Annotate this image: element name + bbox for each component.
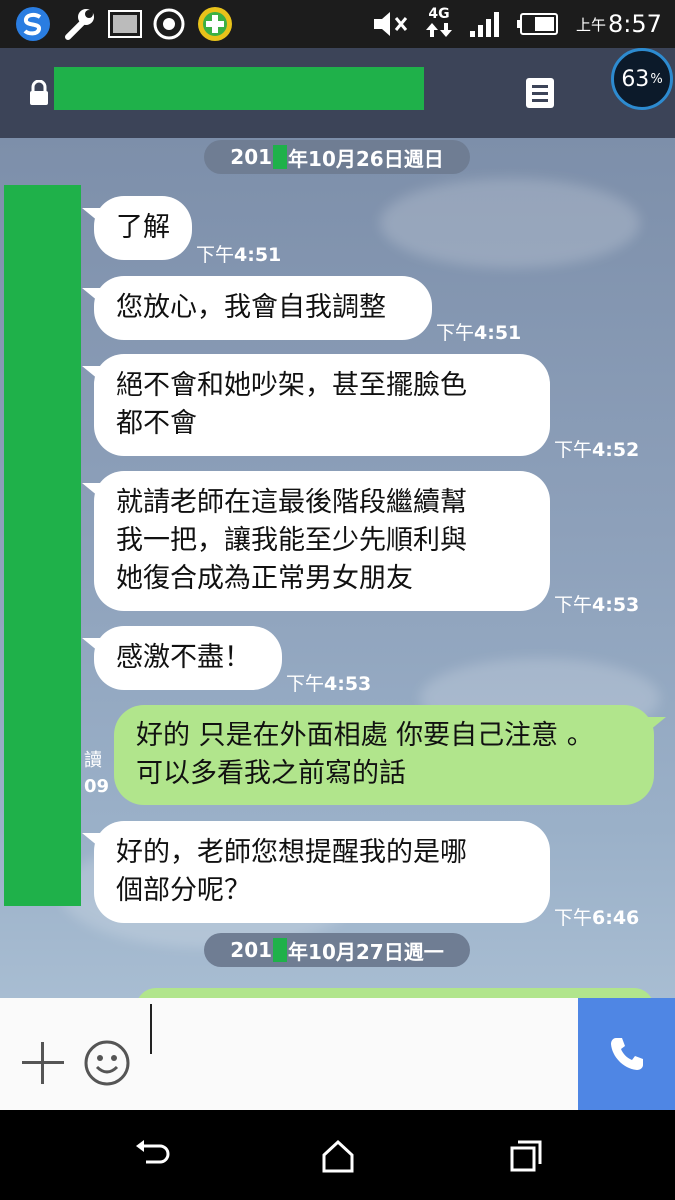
message-time: 下午4:51 [196,244,282,266]
date-separator: 201 年10月26日週日 [204,140,470,174]
message-bubble[interactable]: 絕不會和她吵架，甚至擺臉色 都不會 [82,354,550,456]
text-cursor [150,1004,152,1054]
battery-gauge-overlay[interactable]: 63% [611,48,673,110]
message-bubble[interactable]: 就請老師在這最後階段繼續幫 我一把，讓我能至少先順利與 她復合成為正常男女朋友 [82,471,550,611]
mute-icon [372,0,410,48]
plus-app-icon [196,0,234,48]
date-suffix: 年10月26日週日 [288,146,444,171]
signal-icon [468,0,506,48]
contact-name-redaction [54,67,424,110]
message-text: 個部分呢？ [116,875,251,906]
plus-icon[interactable] [20,1040,66,1086]
message-bubble[interactable]: 好的，老師您想提醒我的是哪 個部分呢？ [82,821,550,923]
message-time: 下午4:53 [286,673,372,695]
background-cloud [380,178,640,268]
emoji-icon[interactable] [82,1038,132,1088]
message-bubble[interactable]: 了解 [82,196,192,260]
call-button[interactable] [578,998,675,1110]
message-input-bar [0,998,675,1110]
message-text: 都不會 [116,408,197,439]
message-text: 了解 [116,212,170,243]
battery-gauge-value: 63 [621,66,650,92]
message-text: 感激不盡！ [116,642,251,673]
message-time: 下午6:46 [554,907,640,929]
message-text: 絕不會和她吵架，甚至擺臉色 [116,370,467,401]
battery-gauge-unit: % [650,71,663,87]
clock: 上午 8:57 [576,0,662,48]
message-text: 您放心，我會自我調整 [116,292,386,323]
lock-icon [28,79,50,110]
back-icon[interactable] [132,1138,172,1174]
network-label: 4G [428,5,450,22]
read-receipt: 讀 09 [84,750,110,797]
system-navigation-bar [0,1110,675,1200]
message-text: 她復合成為正常男女朋友 [116,563,413,594]
outgoing-message-bubble[interactable]: 好的 只是在外面相處 你要自己注意 。 可以多看我之前寫的話 [114,705,666,805]
date-suffix: 年10月27日週一 [288,939,444,964]
date-prefix: 201 [230,938,273,962]
recent-apps-icon[interactable] [506,1138,546,1174]
message-time: 下午4:52 [554,439,640,461]
record-icon [152,0,186,48]
battery-icon [516,0,560,48]
chat-area[interactable]: 201 年10月26日週日 了解 下午4:51 您放心，我會自我調整 下午4:51… [0,138,675,998]
gallery-icon [108,0,142,48]
message-text: 好的，老師您想提醒我的是哪 [116,837,467,868]
chat-header: 63% [0,48,675,138]
phone-icon [610,1038,643,1070]
date-separator: 201 年10月27日週一 [204,933,470,967]
message-input[interactable] [150,1004,570,1064]
message-bubble[interactable]: 感激不盡！ [82,626,282,690]
message-time: 下午4:53 [554,594,640,616]
message-text: 我一把，讓我能至少先順利與 [116,525,467,556]
clock-ampm: 上午 [576,15,607,34]
network-4g-icon: 4G [424,0,454,48]
date-redaction [273,145,288,169]
status-bar: 4G 上午 8:57 [0,0,675,48]
wrench-icon [60,0,98,48]
clock-time: 8:57 [608,10,662,38]
message-text: 好的 只是在外面相處 你要自己注意 。 [136,720,594,751]
message-time: 下午4:51 [436,322,522,344]
message-text: 就請老師在這最後階段繼續幫 [116,487,467,518]
message-text: 可以多看我之前寫的話 [136,758,406,789]
s-browser-icon [14,0,52,48]
avatar-redaction [4,185,81,906]
chat-menu-button[interactable] [524,76,556,110]
home-icon[interactable] [318,1138,358,1174]
message-bubble[interactable]: 您放心，我會自我調整 [82,276,432,340]
date-redaction [273,938,288,962]
date-prefix: 201 [230,145,273,169]
outgoing-message-bubble-partial[interactable] [136,988,654,998]
